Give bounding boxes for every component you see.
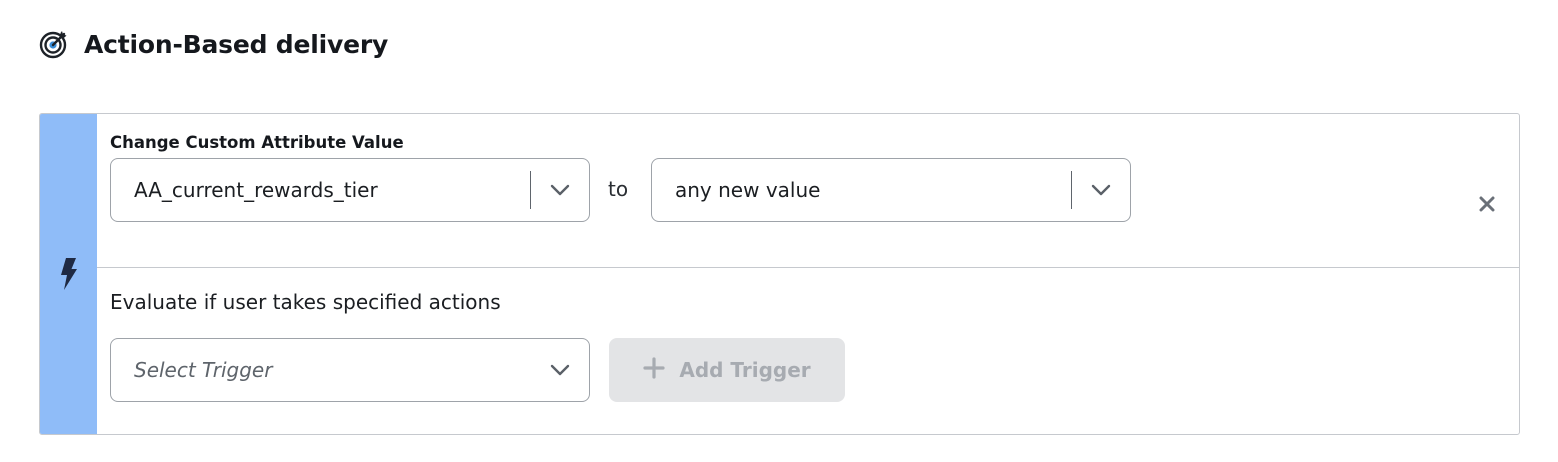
close-icon[interactable] xyxy=(1479,196,1495,216)
remove-trigger-button[interactable] xyxy=(1472,191,1502,221)
card-rail xyxy=(40,114,97,434)
attribute-select-value: AA_current_rewards_tier xyxy=(134,178,378,202)
card-body: Change Custom Attribute Value AA_current… xyxy=(97,114,1519,434)
add-trigger-button[interactable]: Add Trigger xyxy=(609,338,845,402)
page-header: Action-Based delivery xyxy=(38,24,388,64)
add-trigger-label: Add Trigger xyxy=(679,358,811,382)
chevron-down-icon[interactable] xyxy=(531,339,589,401)
trigger-select[interactable]: Select Trigger xyxy=(110,338,590,402)
connector-text: to xyxy=(608,177,629,201)
attribute-section: Change Custom Attribute Value AA_current… xyxy=(97,114,1519,268)
chevron-down-icon[interactable] xyxy=(1072,159,1130,221)
evaluate-text: Evaluate if user takes specified actions xyxy=(110,290,501,314)
attribute-select[interactable]: AA_current_rewards_tier xyxy=(110,158,590,222)
lightning-bolt-icon xyxy=(57,257,81,291)
value-select[interactable]: any new value xyxy=(651,158,1131,222)
plus-icon xyxy=(643,357,679,383)
target-icon xyxy=(38,28,70,60)
page-title: Action-Based delivery xyxy=(84,29,389,59)
attribute-section-label: Change Custom Attribute Value xyxy=(110,133,404,152)
trigger-card: Change Custom Attribute Value AA_current… xyxy=(39,113,1520,435)
value-select-value: any new value xyxy=(675,178,821,202)
evaluate-section: Evaluate if user takes specified actions… xyxy=(97,268,1519,434)
chevron-down-icon[interactable] xyxy=(531,159,589,221)
trigger-select-placeholder: Select Trigger xyxy=(134,358,273,382)
